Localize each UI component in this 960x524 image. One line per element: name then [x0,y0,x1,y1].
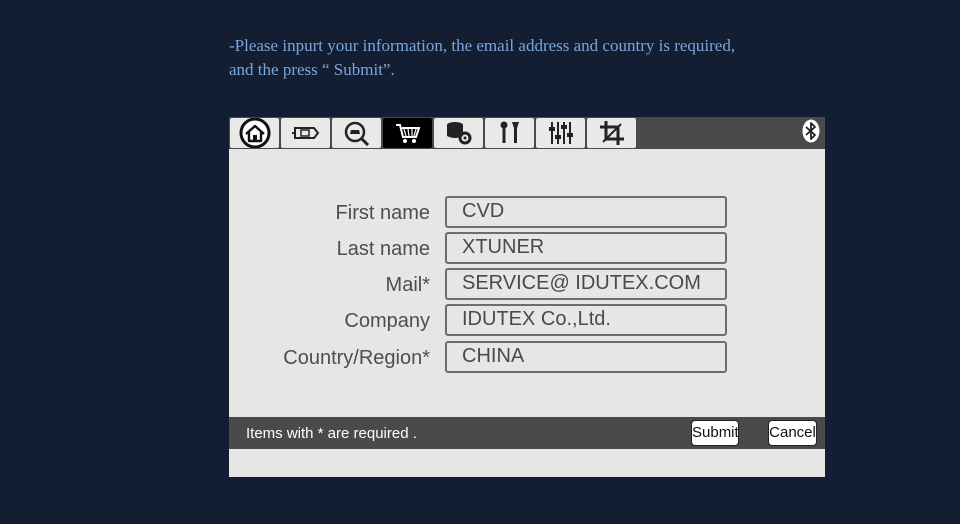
tab-home[interactable] [230,118,279,148]
last-name-label: Last name [336,238,430,260]
country-region-field[interactable]: CHINA [445,341,727,373]
tab-obd[interactable] [281,118,330,148]
obd-connector-icon [291,122,320,144]
mail-label: Mail* [385,274,430,296]
instruction-line-2: and the press “ Submit”. [229,60,395,79]
tab-tools[interactable] [485,118,534,148]
first-name-row: First name CVD [229,196,825,228]
required-note: Items with * are required . [246,425,417,442]
last-name-row: Last name XTUNER [229,232,825,264]
database-settings-icon [445,120,473,146]
tab-diagnose[interactable] [332,118,381,148]
car-diagnose-icon [343,120,371,146]
company-label: Company [344,310,430,332]
mail-row: Mail* SERVICE@ IDUTEX.COM [229,268,825,300]
crop-icon [599,120,625,146]
first-name-label: First name [335,202,430,224]
bluetooth-button[interactable] [801,119,821,148]
tools-icon [497,120,523,146]
toolbar [229,117,825,149]
submit-button[interactable]: Submit [692,421,739,445]
instruction-line-1: -Please inpurt your information, the ema… [229,36,736,55]
sliders-icon [547,120,575,146]
first-name-field[interactable]: CVD [445,196,727,228]
country-row: Country/Region* CHINA [229,341,825,373]
bluetooth-icon [802,119,820,148]
tab-adjust[interactable] [536,118,585,148]
home-icon [235,118,275,148]
company-row: Company IDUTEX Co.,Ltd. [229,304,825,336]
device-screen: First name CVD Last name XTUNER Mail* SE… [229,117,825,477]
country-region-label: Country/Region* [283,347,430,369]
mail-field[interactable]: SERVICE@ IDUTEX.COM [445,268,727,300]
instruction-text: -Please inpurt your information, the ema… [229,34,869,82]
tab-data[interactable] [434,118,483,148]
company-field[interactable]: IDUTEX Co.,Ltd. [445,304,727,336]
tab-shop[interactable] [383,118,432,148]
status-bar: Items with * are required . Submit Cance… [229,417,825,449]
last-name-field[interactable]: XTUNER [445,232,727,264]
cart-icon [394,121,422,145]
tab-crop[interactable] [587,118,636,148]
cancel-button[interactable]: Cancel [769,421,816,445]
